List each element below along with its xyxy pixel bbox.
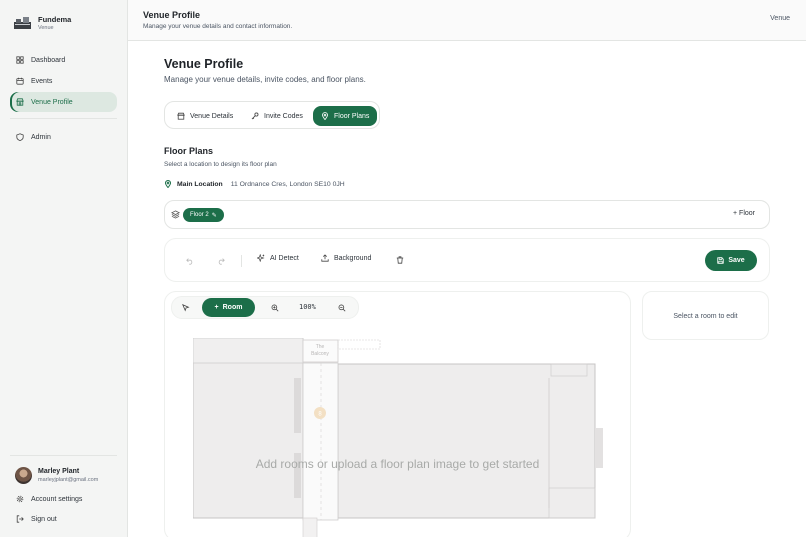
background-upload-button[interactable]: Background [321,254,371,262]
room-button-label: Room [222,304,243,311]
nav-divider [10,118,117,119]
section-title: Floor Plans [164,146,214,156]
pointer-icon[interactable] [182,304,190,312]
sidebar-item-dashboard[interactable]: Dashboard [10,50,117,70]
room-editor-panel: Select a room to edit [642,291,769,340]
redo-icon[interactable] [217,257,225,265]
tab-invite-codes[interactable]: Invite Codes [243,106,311,126]
plus-icon: + [214,304,219,311]
layers-icon [171,210,180,219]
save-icon [717,257,724,264]
sidebar-nav: Dashboard Events Venue Profile Admin [10,50,117,148]
location-selector[interactable]: Main Location 11 Ordnance Cres, London S… [164,180,345,188]
page-title: Venue Profile [164,57,244,71]
header-title: Venue Profile [143,10,201,20]
trash-icon[interactable] [396,256,404,264]
floor-chip-label: Floor 2 [190,212,209,218]
balcony-label-line2: Balcony [311,351,329,357]
background-label: Background [334,254,372,262]
ai-detect-button[interactable]: AI Detect [257,254,299,262]
canvas-controls: + Room 100% [171,296,359,319]
sign-out-label: Sign out [31,515,57,523]
sidebar-footer-divider [10,455,117,456]
account-settings-label: Account settings [31,495,83,503]
map-pin-icon [164,180,172,188]
gear-icon [16,495,24,503]
profile-tabs: Venue Details Invite Codes Floor Plans [164,101,380,129]
sidebar-item-admin[interactable]: Admin [10,127,117,147]
undo-icon[interactable] [186,257,194,265]
avatar [15,467,32,484]
balcony-label-line1: The [316,344,325,350]
tab-label: Floor Plans [334,112,370,120]
floor-selector: Floor 2 ✎ + Floor [164,200,770,229]
add-room-button[interactable]: + Room [202,298,255,317]
upload-icon [321,254,329,262]
ai-detect-label: AI Detect [270,254,299,262]
sidebar-item-events[interactable]: Events [10,71,117,91]
sign-out-icon [16,515,24,523]
tab-venue-details[interactable]: Venue Details [169,106,241,126]
sparkles-icon [257,254,265,262]
venue-logo-icon [14,17,31,29]
floorplan-background-image: 8 The Balcony [193,338,603,537]
zoom-level: 100% [299,303,316,311]
header-venue-label[interactable]: Venue [770,15,790,22]
map-pin-icon [322,112,328,120]
toolbar-divider [241,255,242,267]
location-address: 11 Ordnance Cres, London SE10 0JH [230,180,345,188]
sidebar-item-label: Venue Profile [31,98,73,106]
brand[interactable]: Fundema Venue [14,15,71,31]
save-button[interactable]: Save [705,250,757,271]
brand-name: Fundema [38,15,72,24]
header-subtitle: Manage your venue details and contact in… [143,23,293,30]
floorplan-toolbar: AI Detect Background Save [164,238,770,282]
dashboard-icon [16,56,24,64]
sidebar-item-label: Admin [31,133,51,141]
add-floor-button[interactable]: + Floor [733,210,755,217]
save-label: Save [728,257,745,264]
section-subtitle: Select a location to design its floor pl… [164,161,277,168]
location-name: Main Location [177,180,223,188]
tab-floor-plans[interactable]: Floor Plans [313,106,378,126]
calendar-icon [16,77,24,85]
user-name: Marley Plant [38,468,80,475]
user-email: marleyjplant@gmail.com [38,477,99,483]
key-icon [251,112,259,120]
page-header: Venue Profile Manage your venue details … [128,0,806,41]
sidebar-item-label: Dashboard [31,56,66,64]
tab-label: Venue Details [190,112,234,120]
zoom-in-icon[interactable] [271,304,279,312]
store-icon [16,98,24,106]
shield-icon [16,133,24,141]
page-subtitle: Manage your venue details, invite codes,… [164,75,366,84]
pencil-icon[interactable]: ✎ [212,212,217,219]
empty-state-message: Add rooms or upload a floor plan image t… [255,457,540,471]
zoom-out-icon[interactable] [338,304,346,312]
building-icon [177,112,185,120]
room-editor-placeholder: Select a room to edit [673,313,738,320]
sidebar-item-label: Events [31,77,53,85]
floor-chip[interactable]: Floor 2 ✎ [183,208,224,222]
floorplan-canvas[interactable]: 8 The Balcony + Room 100% Add rooms or u… [164,291,631,537]
user-profile[interactable]: Marley Plant marleyjplant@gmail.com [15,467,98,484]
tab-label: Invite Codes [264,112,303,120]
sidebar: Fundema Venue Dashboard Events Venue Pro… [0,0,128,537]
account-settings-link[interactable]: Account settings [16,495,82,503]
sidebar-item-venue-profile[interactable]: Venue Profile [10,92,117,112]
sign-out-link[interactable]: Sign out [16,515,57,523]
brand-subtitle: Venue [38,25,54,31]
